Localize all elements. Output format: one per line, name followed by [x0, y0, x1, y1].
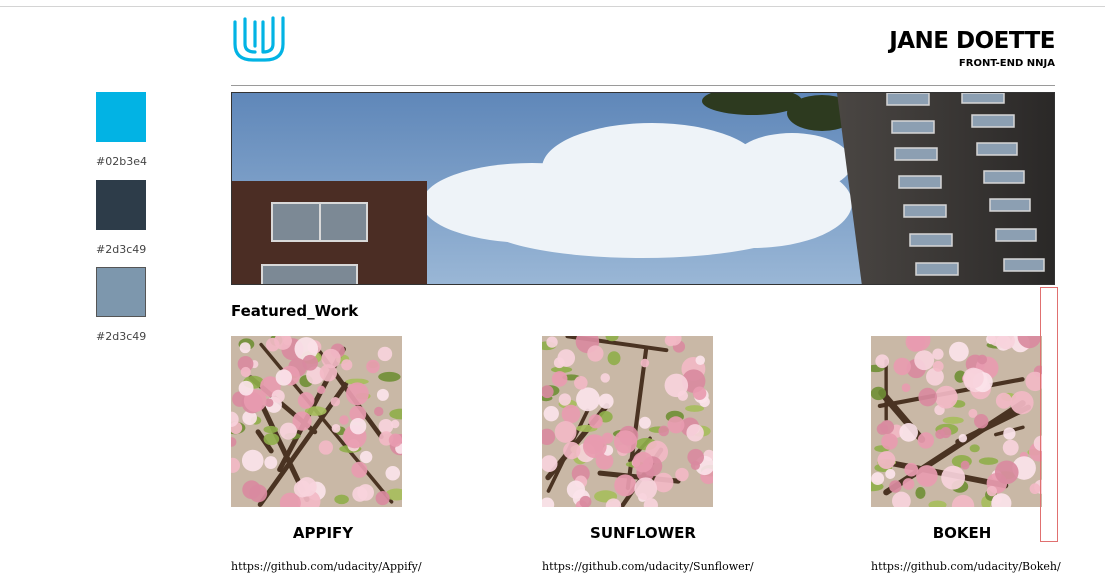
project-title-sunflower: SUNFLOWER	[590, 524, 696, 542]
owner-title: FRONT-END NNJA	[958, 58, 1055, 69]
project-link-bokeh[interactable]: https://github.com/udacity/Bokeh/	[871, 560, 1061, 573]
owner-name: JANE DOETTE	[889, 28, 1055, 54]
swatch-primary-label: #02b3e4	[96, 155, 147, 168]
project-link-appify[interactable]: https://github.com/udacity/Appify/	[231, 560, 422, 573]
swatch-secondary-label: #2d3c49	[96, 243, 147, 256]
swatch-secondary	[96, 180, 146, 230]
swatch-tertiary-label: #2d3c49	[96, 330, 147, 343]
udacity-logo-icon[interactable]	[231, 14, 287, 64]
top-divider	[0, 6, 1105, 7]
project-link-sunflower[interactable]: https://github.com/udacity/Sunflower/	[542, 560, 754, 573]
swatch-tertiary	[96, 267, 146, 317]
hero-image	[231, 92, 1055, 285]
project-title-bokeh: BOKEH	[932, 524, 992, 542]
featured-work-heading: Featured_Work	[231, 302, 359, 320]
project-image-appify[interactable]	[231, 336, 402, 507]
project-image-bokeh[interactable]	[871, 336, 1042, 507]
project-title-appify: APPIFY	[292, 524, 354, 542]
inspector-highlight-box	[1040, 287, 1058, 542]
header-divider	[231, 85, 1055, 86]
project-image-sunflower[interactable]	[542, 336, 713, 507]
swatch-primary	[96, 92, 146, 142]
